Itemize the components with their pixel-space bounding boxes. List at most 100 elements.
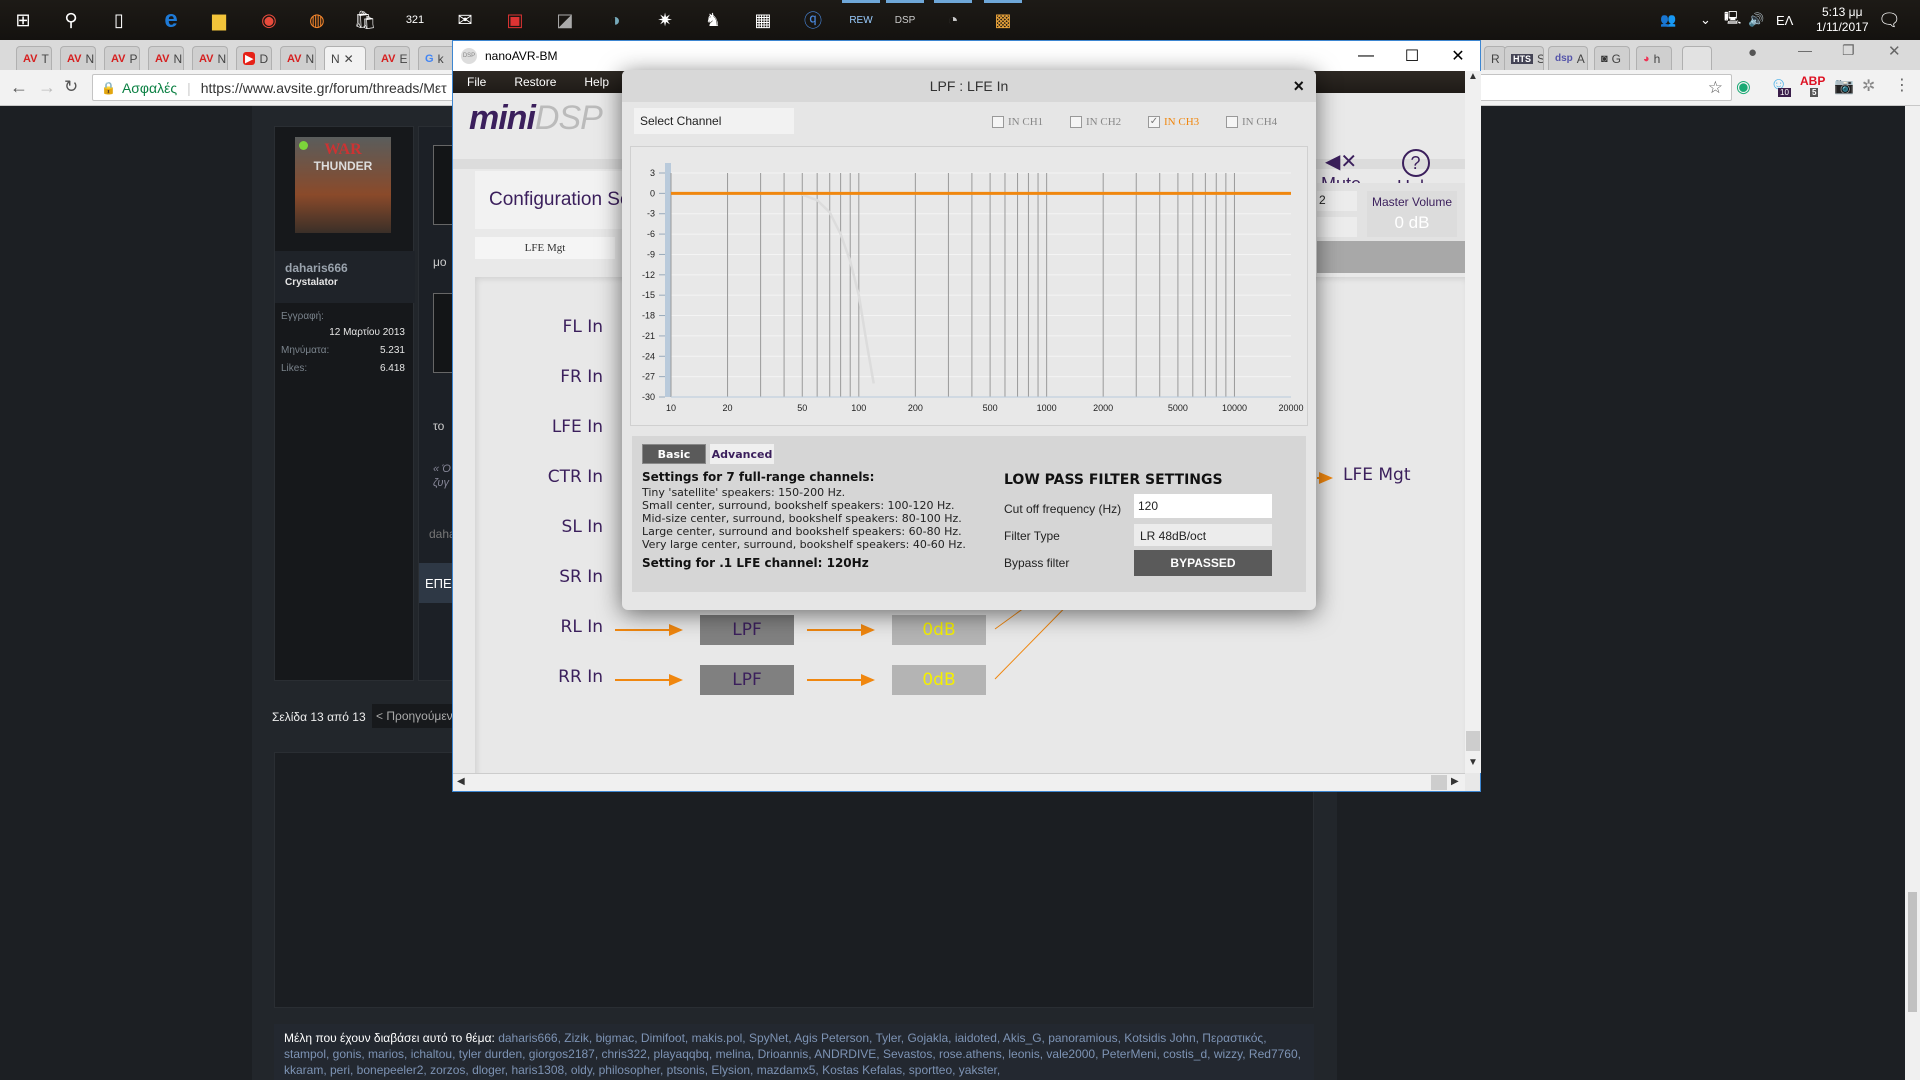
file-explorer-icon[interactable]: ▆ — [200, 5, 238, 35]
browser-tab-active[interactable]: N ✕ — [324, 46, 366, 70]
master-volume-panel[interactable]: Master Volume 0 dB — [1367, 191, 1457, 237]
bookmark-star-icon[interactable]: ☆ — [1708, 78, 1723, 98]
menu-restore[interactable]: Restore — [500, 75, 570, 89]
gain-block-rr[interactable]: 0dB — [892, 665, 986, 695]
minidsp-icon[interactable]: DSP — [886, 0, 924, 35]
qbittorrent-icon[interactable]: ⓠ — [794, 5, 832, 35]
firefox-icon[interactable]: ◍ — [298, 5, 336, 35]
prev-page-button[interactable]: < Προηγούμενη — [372, 704, 462, 728]
scroll-down-icon[interactable]: ▼ — [1465, 757, 1481, 768]
frequency-response-chart[interactable]: 3 0 -3 -6 -9 -12 -15 -18 -21 -24 -27 -30 10 20 50 100 20… — [630, 146, 1308, 426]
reload-button[interactable]: ↻ — [64, 77, 78, 97]
checkbox-box[interactable] — [1070, 116, 1082, 128]
browser-tab[interactable]: AV N — [280, 46, 316, 70]
browser-tab[interactable]: ▶ D — [236, 46, 272, 70]
browser-tab[interactable]: AV P — [104, 46, 140, 70]
calculator-icon[interactable]: ▦ — [744, 5, 782, 35]
tab-basic[interactable]: Basic — [642, 444, 706, 464]
teamspeak-icon[interactable]: ◑ — [596, 5, 634, 35]
checkmark-icon[interactable]: ✓ — [1148, 116, 1160, 128]
windows-start-icon[interactable]: ⊞ — [4, 5, 42, 35]
tab-lfe-mgt[interactable]: LFE Mgt — [475, 237, 615, 259]
page-scrollbar-thumb[interactable] — [1908, 892, 1917, 1012]
browser-tab[interactable]: ◕ h — [1636, 46, 1672, 70]
checkbox-in-ch4[interactable]: IN CH4 — [1226, 116, 1277, 128]
minimize-button[interactable]: — — [1343, 41, 1389, 71]
adblock-extension-icon[interactable]: ABP 5 — [1800, 74, 1825, 97]
browser-tab[interactable]: AV N — [148, 46, 184, 70]
page-scrollbar[interactable] — [1905, 106, 1920, 1080]
browser-tab[interactable]: dsp A — [1548, 46, 1588, 70]
menu-help[interactable]: Help — [570, 75, 623, 89]
menu-file[interactable]: File — [453, 75, 500, 89]
volume-icon[interactable]: 🔊 — [1748, 0, 1764, 40]
lpf-block-rr[interactable]: LPF — [700, 665, 794, 695]
action-center-icon[interactable]: 🗨 — [1878, 0, 1901, 40]
edge-icon[interactable]: e — [152, 5, 190, 35]
store-icon[interactable]: 🛍 — [346, 5, 384, 35]
browser-tab[interactable]: AV T — [16, 46, 52, 70]
tab-advanced[interactable]: Advanced — [710, 444, 774, 464]
cutoff-frequency-input[interactable]: 120 — [1134, 494, 1272, 518]
profile-icon[interactable]: ● — [1748, 44, 1757, 61]
h-scrollbar-thumb[interactable] — [1431, 775, 1447, 790]
browser-tab[interactable]: AV N — [60, 46, 96, 70]
app-titlebar[interactable]: DSP nanoAVR-BM — ☐ ✕ — [453, 41, 1480, 71]
checkbox-box[interactable] — [1226, 116, 1238, 128]
disk-app-icon[interactable]: ◔ — [934, 0, 972, 35]
close-window-button[interactable]: ✕ — [1435, 41, 1481, 71]
eye-extension-icon[interactable]: ◉ — [1736, 77, 1751, 97]
paint-app-icon[interactable]: ▩ — [984, 0, 1022, 35]
rew-icon[interactable]: REW — [842, 0, 880, 35]
new-tab-button[interactable] — [1682, 46, 1712, 70]
chrome-menu-icon[interactable]: ⋮ — [1894, 75, 1910, 95]
dialog-close-button[interactable]: × — [1293, 76, 1304, 97]
close-browser-button[interactable]: ✕ — [1888, 42, 1901, 60]
select-channel-dropdown[interactable]: Select Channel — [634, 108, 794, 134]
sharex-icon[interactable]: ✷ — [646, 5, 684, 35]
mail-icon[interactable]: ✉ — [446, 5, 484, 35]
clock[interactable]: 5:13 μμ 1/11/2017 — [1816, 0, 1869, 40]
app-scrollbar-v[interactable]: ▲ ▼ — [1465, 71, 1481, 773]
browser-tab[interactable]: ◙ G — [1594, 46, 1630, 70]
close-tab-icon[interactable]: ✕ — [344, 52, 354, 66]
gain-block-rl[interactable]: 0dB — [892, 615, 986, 645]
forward-button[interactable]: → — [38, 77, 56, 98]
browser-tab[interactable]: AV E — [374, 46, 410, 70]
foobar-icon[interactable]: ♞ — [694, 5, 732, 35]
checkbox-in-ch2[interactable]: IN CH2 — [1070, 116, 1121, 128]
hdtv-icon[interactable]: ▣ — [496, 5, 534, 35]
avatar[interactable]: WAR THUNDER — [295, 137, 391, 233]
filter-type-select[interactable]: LR 48dB/oct — [1134, 524, 1272, 546]
scroll-left-icon[interactable]: ◀ — [457, 776, 465, 787]
bypass-toggle-button[interactable]: BYPASSED — [1134, 550, 1272, 576]
checkbox-box[interactable] — [992, 116, 1004, 128]
ghostery-extension-icon[interactable]: ☺ 10 — [1770, 74, 1791, 97]
media-player-icon[interactable]: 321 — [396, 5, 434, 35]
app-scrollbar-h[interactable]: ◀ ▶ — [453, 773, 1465, 791]
scroll-right-icon[interactable]: ▶ — [1451, 776, 1459, 787]
camera-extension-icon[interactable]: 📷 — [1834, 76, 1854, 96]
restore-browser-button[interactable]: ❐ — [1842, 42, 1855, 59]
scrollbar-thumb[interactable] — [1466, 731, 1480, 751]
network-icon[interactable]: 🖳 — [1724, 0, 1741, 40]
people-icon[interactable]: 👥 — [1660, 0, 1676, 40]
checkbox-in-ch3[interactable]: ✓ IN CH3 — [1148, 116, 1199, 128]
aperture-extension-icon[interactable]: ✲ — [1862, 76, 1875, 96]
lpf-block-rl[interactable]: LPF — [700, 615, 794, 645]
maximize-button[interactable]: ☐ — [1389, 41, 1435, 71]
minimize-browser-button[interactable]: — — [1798, 42, 1812, 58]
app-icon[interactable]: ◪ — [546, 5, 584, 35]
browser-tab[interactable]: R — [1484, 46, 1506, 70]
browser-tab[interactable]: HTSS — [1504, 46, 1544, 70]
browser-tab[interactable]: AV N — [192, 46, 228, 70]
task-view-icon[interactable]: ▯ — [100, 5, 138, 35]
scroll-up-icon[interactable]: ▲ — [1465, 71, 1481, 82]
chevron-up-icon[interactable]: ⌄ — [1700, 0, 1711, 40]
search-icon[interactable]: ⚲ — [52, 5, 90, 35]
checkbox-in-ch1[interactable]: IN CH1 — [992, 116, 1043, 128]
username[interactable]: daharis666 — [285, 261, 348, 275]
language-indicator[interactable]: ΕΛ — [1776, 0, 1793, 40]
back-button[interactable]: ← — [10, 77, 28, 98]
chrome-icon[interactable]: ◉ — [250, 5, 288, 35]
